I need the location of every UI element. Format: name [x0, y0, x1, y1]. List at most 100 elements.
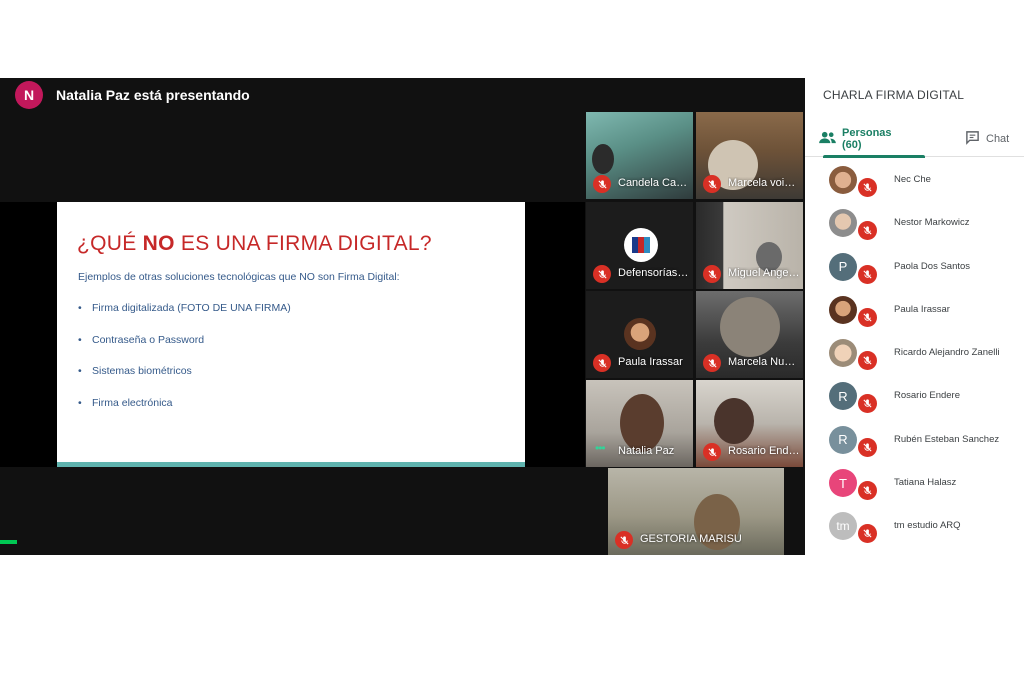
list-item[interactable]: P Paola Dos Santos — [805, 251, 1024, 294]
participant-tile[interactable]: ••• Natalia Paz — [586, 380, 693, 467]
speaking-indicator-icon: ••• — [595, 441, 606, 455]
chat-icon — [965, 130, 980, 148]
bullet-dot-icon: • — [78, 365, 82, 377]
people-sidebar: CHARLA FIRMA DIGITAL Personas (60) Chat — [805, 78, 1024, 555]
meeting-area: N Natalia Paz está presentando ¿QUÉ NO E… — [0, 78, 805, 555]
participant-tile[interactable]: Paula Irassar — [586, 291, 693, 378]
mic-off-icon — [858, 524, 877, 544]
slide-bullet-list: • Firma digitalizada (FOTO DE UNA FIRMA) … — [78, 302, 291, 428]
mic-off-icon — [593, 265, 611, 283]
presentation-slide: ¿QUÉ NO ES UNA FIRMA DIGITAL? Ejemplos d… — [57, 202, 525, 467]
slide-bullet: • Contraseña o Password — [78, 334, 291, 366]
active-tab-indicator — [823, 155, 925, 158]
mic-off-icon — [858, 394, 877, 414]
list-item[interactable]: Nestor Markowicz — [805, 207, 1024, 250]
participant-name: Paula Irassar — [618, 356, 683, 368]
presenter-bar: N Natalia Paz está presentando — [0, 78, 805, 112]
mic-off-icon — [858, 178, 877, 197]
participant-tile[interactable]: Marcela voisc... — [696, 112, 803, 199]
slide-title-suffix: ES UNA FIRMA DIGITAL? — [174, 232, 432, 255]
tab-chat-label: Chat — [986, 133, 1010, 145]
people-list: Nec Che Nestor Markowicz P Paola Dos San… — [805, 164, 1024, 554]
slide-bullet-text: Sistemas biométricos — [92, 365, 192, 377]
avatar — [829, 295, 857, 324]
list-item[interactable]: R Rosario Endere — [805, 380, 1024, 423]
participant-silhouette — [620, 394, 664, 452]
tab-people-label: Personas (60) — [842, 127, 892, 151]
avatar — [829, 166, 857, 194]
mic-off-icon — [593, 175, 611, 193]
participant-name: Marcela Nuñez — [728, 356, 800, 368]
slide-subtitle: Ejemplos de otras soluciones tecnológica… — [78, 271, 400, 283]
mic-off-icon — [703, 354, 721, 372]
person-name: tm estudio ARQ — [894, 520, 961, 532]
presenter-label: Natalia Paz está presentando — [56, 87, 250, 103]
mic-off-icon — [858, 264, 877, 284]
mic-off-icon — [593, 354, 611, 372]
person-name: Nestor Markowicz — [894, 217, 970, 229]
participant-silhouette — [592, 144, 614, 174]
slide-bullet: • Sistemas biométricos — [78, 365, 291, 397]
person-name: Tatiana Halasz — [894, 477, 957, 489]
slide-footer-bar — [57, 462, 525, 467]
person-name: Rubén Esteban Sanchez — [894, 433, 1000, 445]
meeting-title: CHARLA FIRMA DIGITAL — [823, 88, 965, 102]
list-item[interactable]: R Rubén Esteban Sanchez — [805, 424, 1024, 467]
defensorias-logo-icon — [624, 228, 658, 262]
participant-avatar — [624, 318, 656, 350]
list-item[interactable]: T Tatiana Halasz — [805, 467, 1024, 510]
list-item[interactable]: Ricardo Alejandro Zanelli — [805, 337, 1024, 380]
participant-silhouette — [720, 297, 780, 357]
slide-bullet-text: Firma electrónica — [92, 396, 173, 409]
participant-tile[interactable]: Candela Castr... — [586, 112, 693, 199]
list-item[interactable]: Nec Che — [805, 164, 1024, 207]
participant-tile[interactable]: Rosario Endere — [696, 380, 803, 467]
participant-tile[interactable]: GESTORIA MARISU — [608, 468, 784, 555]
audio-level-indicator — [0, 540, 17, 544]
participant-tile[interactable]: Marcela Nuñez — [696, 291, 803, 378]
participant-name: Marcela voisc... — [728, 177, 800, 189]
participant-name: Natalia Paz — [618, 445, 675, 457]
bullet-dot-icon: • — [78, 333, 82, 346]
person-name: Ricardo Alejandro Zanelli — [894, 347, 1000, 359]
person-name: Rosario Endere — [894, 390, 961, 402]
presenter-avatar: N — [15, 81, 43, 109]
mic-off-icon — [615, 531, 633, 549]
sidebar-tabs: Personas (60) Chat — [805, 121, 1024, 158]
participant-tile[interactable]: Miguel Angel ... — [696, 202, 803, 289]
participant-name: Defensorías O... — [618, 267, 690, 279]
tab-people[interactable]: Personas (60) — [819, 121, 925, 158]
person-name: Paula Irassar — [894, 303, 950, 315]
participant-silhouette — [714, 398, 754, 444]
people-icon — [819, 131, 836, 147]
bullet-dot-icon: • — [78, 396, 82, 409]
mic-off-icon — [703, 443, 721, 461]
participant-name: Rosario Endere — [728, 445, 800, 457]
bullet-dot-icon: • — [78, 302, 82, 314]
list-item[interactable]: tm tm estudio ARQ — [805, 510, 1024, 553]
mic-off-icon — [858, 481, 877, 501]
avatar: P — [829, 252, 857, 281]
avatar: R — [829, 382, 857, 411]
tab-chat[interactable]: Chat — [965, 121, 1009, 157]
mic-off-icon — [858, 221, 877, 241]
slide-title-prefix: ¿QUÉ — [77, 232, 143, 255]
mic-off-icon — [703, 265, 721, 283]
slide-title: ¿QUÉ NO ES UNA FIRMA DIGITAL? — [77, 232, 432, 256]
mic-off-icon — [858, 351, 877, 371]
screenshot-stage: N Natalia Paz está presentando ¿QUÉ NO E… — [0, 0, 1024, 682]
slide-bullet-text: Firma digitalizada (FOTO DE UNA FIRMA) — [92, 302, 291, 314]
presentation-frame: ¿QUÉ NO ES UNA FIRMA DIGITAL? Ejemplos d… — [0, 202, 585, 467]
mic-off-icon — [858, 307, 877, 327]
slide-title-bold: NO — [142, 232, 175, 255]
participant-name: Miguel Angel ... — [728, 267, 800, 279]
list-item[interactable]: Paula Irassar — [805, 294, 1024, 337]
avatar — [829, 339, 857, 368]
slide-bullet: • Firma digitalizada (FOTO DE UNA FIRMA) — [78, 302, 291, 334]
slide-bullet-text: Contraseña o Password — [92, 333, 205, 346]
slide-bullet: • Firma electrónica — [78, 397, 291, 429]
avatar: T — [829, 469, 857, 498]
person-name: Paola Dos Santos — [894, 260, 971, 272]
mic-off-icon — [703, 175, 721, 193]
participant-tile[interactable]: Defensorías O... — [586, 202, 693, 289]
